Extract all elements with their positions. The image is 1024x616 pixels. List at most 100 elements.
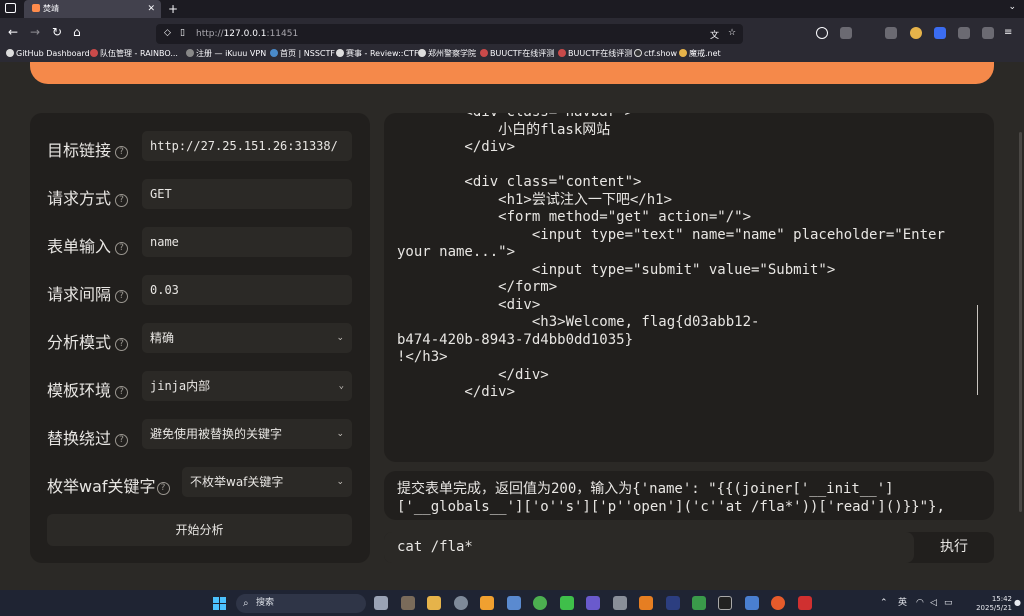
notepad-icon[interactable] [745, 596, 759, 610]
env-label: 模板环境? [47, 377, 129, 401]
active-tab[interactable]: 焚靖 ✕ [24, 0, 161, 18]
scrollbar[interactable] [977, 305, 978, 395]
bookmark-item[interactable]: 队伍管理 - RAINBO... [90, 46, 178, 62]
app-icon[interactable] [613, 596, 627, 610]
addon-blue-icon[interactable] [934, 27, 946, 39]
terminal-icon[interactable] [718, 596, 732, 610]
addon-icon[interactable] [910, 27, 922, 39]
header-banner [30, 62, 994, 84]
mode-label: 分析模式? [47, 329, 129, 353]
chevron-down-icon: ⌄ [338, 381, 344, 391]
result-text: 提交表单完成，返回值为200，输入为{'name': "{{(joiner['_… [397, 481, 945, 515]
command-input[interactable]: cat /fla* [384, 532, 914, 563]
app-icon[interactable] [401, 596, 415, 610]
page-icon: ▯ [180, 28, 185, 38]
volume-icon[interactable]: ◁ [930, 596, 937, 610]
waf-select[interactable]: 不枚举waf关键字 ⌄ [182, 467, 352, 497]
start-analysis-button[interactable]: 开始分析 [47, 514, 352, 546]
form-input-label: 表单输入? [47, 233, 129, 257]
windows-start-icon[interactable] [213, 597, 226, 610]
app-icon[interactable] [480, 596, 494, 610]
wifi-icon[interactable]: ◠ [916, 596, 924, 610]
app-icon[interactable] [586, 596, 600, 610]
execute-button[interactable]: 执行 [924, 532, 984, 563]
page-content: 目标链接? http://27.25.151.26:31338/ 请求方式? G… [0, 62, 1024, 590]
taskbar-search[interactable]: ⌕ 搜索 [236, 594, 366, 613]
waf-label: 枚举waf关键字? [47, 473, 170, 497]
firefox-icon[interactable] [771, 596, 785, 610]
response-code: <div class="navbar"> 小白的flask网站 </div> <… [397, 113, 945, 400]
help-icon[interactable]: ? [115, 290, 129, 303]
bookmark-item[interactable]: 注册 — iKuuu VPN [186, 46, 266, 62]
bypass-select[interactable]: 避免使用被替换的关键字 ⌄ [142, 419, 352, 449]
help-icon[interactable]: ? [115, 386, 129, 399]
settings-gear-icon[interactable] [454, 596, 468, 610]
extensions-icon[interactable] [885, 27, 897, 39]
app-icon[interactable] [692, 596, 706, 610]
method-input[interactable]: GET [142, 179, 352, 209]
addon-gray-icon[interactable] [958, 27, 970, 39]
bookmark-star-icon[interactable]: ☆ [728, 28, 736, 38]
shield-icon[interactable]: ◇ [164, 28, 171, 38]
file-explorer-icon[interactable] [427, 596, 441, 610]
bookmark-item[interactable]: 魔戒.net [679, 46, 721, 62]
grid-icon[interactable] [982, 27, 994, 39]
target-url-input[interactable]: http://27.25.151.26:31338/ [142, 131, 352, 161]
chevron-down-icon[interactable]: ⌄ [1008, 2, 1016, 12]
response-output[interactable]: <div class="navbar"> 小白的flask网站 </div> <… [384, 113, 994, 462]
close-tab-icon[interactable]: ✕ [147, 0, 155, 18]
interval-input[interactable]: 0.03 [142, 275, 352, 305]
forward-icon[interactable]: → [30, 24, 40, 40]
app-icon[interactable] [507, 596, 521, 610]
bookmark-item[interactable]: ctf.show [634, 46, 677, 62]
translate-icon[interactable]: 文 [710, 28, 719, 41]
mode-select[interactable]: 精确 ⌄ [142, 323, 352, 353]
chevron-down-icon: ⌄ [336, 429, 344, 439]
bookmark-item[interactable]: GitHub Dashboard [6, 46, 90, 62]
extension-icon[interactable] [840, 27, 852, 39]
tab-favicon-icon [32, 4, 40, 12]
menu-icon[interactable]: ≡ [1004, 27, 1016, 39]
settings-panel: 目标链接? http://27.25.151.26:31338/ 请求方式? G… [30, 113, 370, 563]
tab-list-icon[interactable] [5, 3, 16, 13]
page-scrollbar[interactable] [1019, 132, 1022, 512]
bypass-label: 替换绕过? [47, 425, 129, 449]
bookmark-item[interactable]: 首页 | NSSCTF [270, 46, 335, 62]
interval-label: 请求间隔? [47, 281, 129, 305]
env-select[interactable]: jinja内部 ⌄ [142, 371, 352, 401]
task-view-icon[interactable] [374, 596, 388, 610]
target-label: 目标链接? [47, 137, 129, 161]
system-clock[interactable]: 15:42 2025/5/21 [962, 595, 1012, 613]
battery-icon[interactable]: ▭ [944, 596, 953, 610]
app-icon[interactable] [666, 596, 680, 610]
account-icon[interactable] [816, 27, 828, 39]
wps-icon[interactable] [798, 596, 812, 610]
bookmark-item[interactable]: 郑州警察学院 [418, 46, 476, 62]
help-icon[interactable]: ? [115, 146, 129, 159]
url-text[interactable]: http://127.0.0.1:11451 [196, 27, 298, 41]
wechat-icon[interactable] [560, 596, 574, 610]
reload-icon[interactable]: ↻ [52, 24, 62, 40]
back-icon[interactable]: ← [8, 24, 18, 40]
bookmarks-bar: GitHub Dashboard 队伍管理 - RAINBO... 注册 — i… [0, 46, 1024, 62]
help-icon[interactable]: ? [115, 194, 129, 207]
bookmark-item[interactable]: BUUCTF在线评测 [480, 46, 554, 62]
help-icon[interactable]: ? [156, 482, 170, 495]
chevron-down-icon: ⌄ [336, 477, 344, 487]
home-icon[interactable]: ⌂ [73, 24, 81, 40]
tab-title: 焚靖 [43, 4, 59, 13]
command-bar: cat /fla* 执行 [384, 532, 994, 563]
tray-chevron-up-icon[interactable]: ⌃ [880, 596, 888, 610]
help-icon[interactable]: ? [115, 338, 129, 351]
bookmark-item[interactable]: BUUCTF在线评测 [558, 46, 632, 62]
new-tab-icon[interactable]: + [168, 0, 178, 18]
bookmark-item[interactable]: 赛事 - Review::CTF [336, 46, 419, 62]
ime-indicator[interactable]: 英 [898, 596, 907, 610]
help-icon[interactable]: ? [115, 242, 129, 255]
result-log[interactable]: 提交表单完成，返回值为200，输入为{'name': "{{(joiner['_… [384, 471, 994, 520]
app-icon[interactable] [639, 596, 653, 610]
chrome-icon[interactable] [533, 596, 547, 610]
form-input-field[interactable]: name [142, 227, 352, 257]
notification-icon[interactable]: ● [1014, 596, 1021, 610]
help-icon[interactable]: ? [115, 434, 129, 447]
